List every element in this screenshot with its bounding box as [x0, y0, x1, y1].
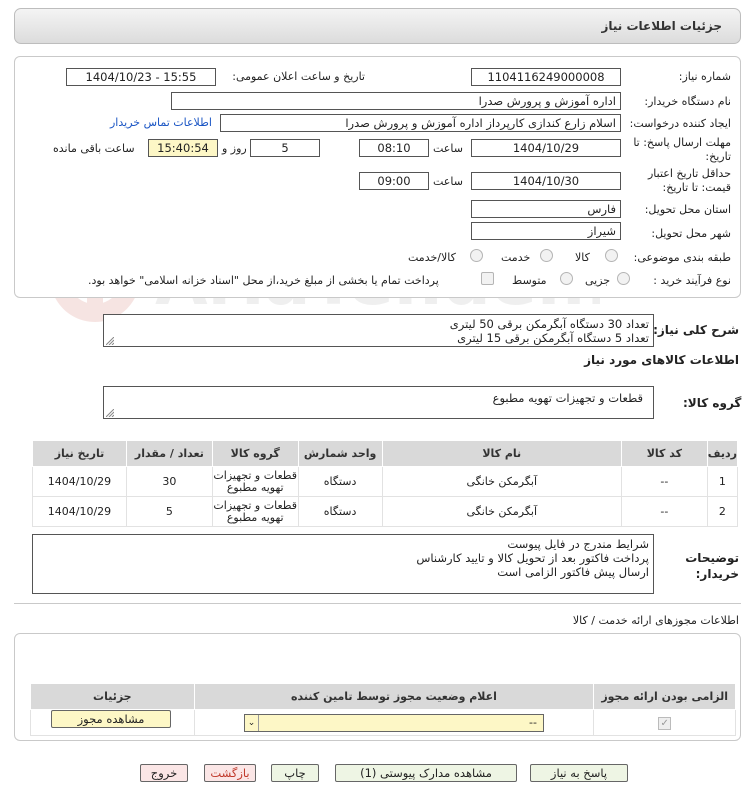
col-group: گروه کالا: [211, 440, 299, 467]
resize-grip-icon[interactable]: [106, 337, 114, 345]
print-button[interactable]: چاپ: [271, 764, 319, 782]
validity-label: حداقل تاریخ اعتبار قیمت: تا تاریخ:: [647, 167, 731, 194]
col-name: نام کالا: [381, 440, 622, 467]
cell-name: آبگرمکن خانگی: [381, 496, 622, 527]
province-field: فارس: [471, 200, 621, 218]
validity-date-field: 1404/10/30: [471, 172, 621, 190]
process-partial-label: جزیی: [585, 274, 611, 287]
chevron-down-icon: ⌄: [245, 714, 259, 731]
remaining-time-field: 15:40:54: [148, 139, 218, 157]
process-label: نوع فرآیند خرید :: [653, 274, 731, 287]
col-unit: واحد شمارش: [297, 440, 383, 467]
process-medium-radio[interactable]: [560, 272, 573, 285]
goods-info-title: اطلاعات کالاهای مورد نیاز: [584, 353, 739, 367]
treasury-payment-note: پرداخت تمام یا بخشی از مبلغ خرید،از محل …: [88, 274, 439, 287]
description-label: شرح کلی نیاز:: [653, 323, 739, 337]
buyer-notes-line-3: ارسال پیش فاکتور الزامی است: [497, 565, 649, 579]
buyer-contact-link[interactable]: اطلاعات تماس خریدار: [110, 116, 212, 129]
cell-date: 1404/10/29: [32, 466, 127, 497]
process-medium-label: متوسط: [512, 274, 547, 287]
buyer-notes-label: توضیحات خریدار:: [685, 551, 739, 581]
category-goods-label: کالا: [575, 251, 590, 264]
description-line-2: تعداد 5 دستگاه آبگرمکن برقی 15 لیتری: [457, 331, 649, 345]
buyer-field: اداره آموزش و پرورش صدرا: [171, 92, 621, 110]
city-field: شیراز: [471, 222, 621, 240]
deadline-label: مهلت ارسال پاسخ: تا تاریخ:: [633, 136, 731, 163]
permit-status-value: --: [529, 716, 537, 729]
table-row: 1 -- آبگرمکن خانگی دستگاه قطعات و تجهیزا…: [32, 466, 739, 497]
deadline-time-label: ساعت: [433, 142, 463, 155]
cell-row: 2: [706, 496, 739, 527]
cell-qty: 5: [125, 496, 213, 527]
province-label: استان محل تحویل:: [644, 203, 731, 216]
cell-name: آبگرمکن خانگی: [381, 466, 622, 497]
city-label: شهر محل تحویل:: [651, 227, 731, 240]
announce-label: تاریخ و ساعت اعلان عمومی:: [232, 70, 365, 83]
page-title: جزئیات اطلاعات نیاز: [601, 19, 722, 33]
buyer-notes-line-1: شرایط مندرج در فایل پیوست: [507, 537, 649, 551]
goods-group-value: قطعات و تجهیزات تهویه مطبوع: [492, 391, 643, 405]
need-number-field: 1104116249000008: [471, 68, 621, 86]
col-permit-required: الزامی بودن ارائه مجوز: [593, 683, 736, 710]
col-permit-details: جزئیات: [30, 683, 195, 710]
view-permit-button[interactable]: مشاهده مجوز: [51, 710, 171, 728]
validity-time-field: 09:00: [359, 172, 429, 190]
permit-status-select[interactable]: ⌄ --: [243, 713, 544, 732]
back-button[interactable]: بازگشت: [204, 764, 256, 782]
description-textbox: تعداد 30 دستگاه آبگرمکن برقی 50 لیتری تع…: [103, 314, 654, 347]
category-service-label: خدمت: [501, 251, 531, 264]
goods-table: ردیف کد کالا نام کالا واحد شمارش گروه کا…: [32, 440, 739, 527]
col-date: تاریخ نیاز: [32, 440, 127, 467]
process-partial-radio[interactable]: [617, 272, 630, 285]
col-code: کد کالا: [620, 440, 708, 467]
days-label: روز و: [222, 142, 247, 155]
category-label: طبقه بندی موضوعی:: [633, 251, 731, 264]
cell-code: --: [620, 496, 708, 527]
table-row: 2 -- آبگرمکن خانگی دستگاه قطعات و تجهیزا…: [32, 496, 739, 527]
cell-unit: دستگاه: [297, 466, 383, 497]
exit-button[interactable]: خروج: [140, 764, 188, 782]
days-remaining-field: 5: [250, 139, 320, 157]
col-qty: تعداد / مقدار: [125, 440, 213, 467]
resize-grip-icon[interactable]: [106, 409, 114, 417]
validity-time-label: ساعت: [433, 175, 463, 188]
cell-group: قطعات و تجهیزات تهویه مطبوع: [211, 466, 299, 497]
cell-group: قطعات و تجهیزات تهویه مطبوع: [211, 496, 299, 527]
reply-button[interactable]: پاسخ به نیاز: [530, 764, 628, 782]
goods-table-header: ردیف کد کالا نام کالا واحد شمارش گروه کا…: [32, 440, 739, 467]
creator-field: اسلام زارع کندازی کارپرداز اداره آموزش و…: [220, 114, 621, 132]
buyer-notes-textbox: شرایط مندرج در فایل پیوست پرداخت فاکتور …: [32, 534, 654, 594]
goods-group-textbox: قطعات و تجهیزات تهویه مطبوع: [103, 386, 654, 419]
need-number-label: شماره نیاز:: [678, 70, 731, 83]
announce-datetime-field: 1404/10/23 - 15:55: [66, 68, 216, 86]
cell-unit: دستگاه: [297, 496, 383, 527]
cell-qty: 30: [125, 466, 213, 497]
permit-required-checkbox[interactable]: ✓: [658, 716, 672, 730]
section-divider: [14, 603, 741, 604]
col-row: ردیف: [706, 440, 739, 467]
cell-code: --: [620, 466, 708, 497]
col-permit-status: اعلام وضعیت مجوز توسط تامین کننده: [193, 683, 595, 710]
description-line-1: تعداد 30 دستگاه آبگرمکن برقی 50 لیتری: [449, 317, 649, 331]
permits-section-title: اطلاعات مجوزهای ارائه خدمت / کالا: [572, 614, 739, 627]
category-goods-service-radio[interactable]: [470, 249, 483, 262]
category-goods-radio[interactable]: [605, 249, 618, 262]
treasury-payment-checkbox[interactable]: [481, 272, 494, 285]
cell-row: 1: [706, 466, 739, 497]
remaining-time-label: ساعت باقی مانده: [53, 142, 135, 155]
category-goods-service-label: کالا/خدمت: [408, 251, 456, 264]
buyer-notes-line-2: پرداخت فاکتور بعد از تحویل کالا و تایید …: [416, 551, 649, 565]
category-service-radio[interactable]: [540, 249, 553, 262]
goods-group-label: گروه کالا:: [683, 396, 742, 410]
view-attachments-button[interactable]: مشاهده مدارک پیوستی (1): [335, 764, 517, 782]
page-header: جزئیات اطلاعات نیاز: [14, 8, 741, 44]
cell-date: 1404/10/29: [32, 496, 127, 527]
creator-label: ایجاد کننده درخواست:: [629, 117, 731, 130]
buyer-label: نام دستگاه خریدار:: [644, 95, 731, 108]
deadline-date-field: 1404/10/29: [471, 139, 621, 157]
deadline-time-field: 08:10: [359, 139, 429, 157]
